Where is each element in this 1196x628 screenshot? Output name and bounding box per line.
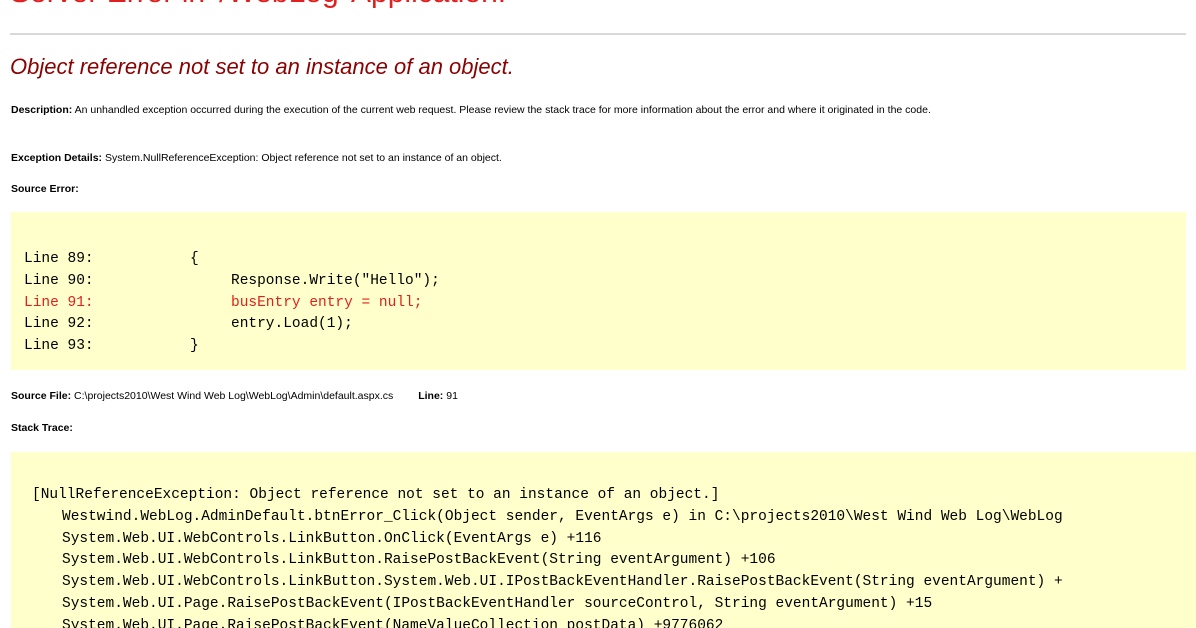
stack-trace-frame: System.Web.UI.WebControls.LinkButton.Rai… <box>62 552 776 569</box>
source-line-code: busEntry entry = null; <box>231 294 423 311</box>
stack-trace-lines: [NullReferenceException: Object referenc… <box>32 485 1063 628</box>
source-line-number: Line 93: <box>24 338 94 355</box>
source-line: Line 89: { <box>24 249 440 271</box>
source-file-section: Source File: C:\projects2010\West Wind W… <box>11 389 458 403</box>
source-line-code: { <box>190 251 199 267</box>
exception-details-section: Exception Details: System.NullReferenceE… <box>11 151 1181 165</box>
source-line-code: } <box>190 338 199 355</box>
exception-details-label: Exception Details: <box>11 152 103 164</box>
exception-details-text: System.NullReferenceException: Object re… <box>104 152 502 164</box>
source-code-lines: Line 89: { Line 90: Response.Write("Hello")… <box>24 249 440 358</box>
source-line-number: Line 89: <box>24 251 94 267</box>
stack-trace-label: Stack Trace: <box>11 422 73 434</box>
source-code-box: Line 89: { Line 90: Response.Write("Hello")… <box>11 212 1186 370</box>
stack-trace-box: [NullReferenceException: Object referenc… <box>11 452 1196 628</box>
stack-trace-frame: System.Web.UI.Page.RaisePostBackEvent(IP… <box>62 595 933 612</box>
source-line: Line 90: Response.Write("Hello"); <box>24 271 440 293</box>
stack-trace-header: [NullReferenceException: Object referenc… <box>32 487 720 503</box>
stack-trace-frame: System.Web.UI.Page.RaisePostBackEvent(Na… <box>62 617 724 628</box>
title-divider <box>10 33 1186 35</box>
source-error-section: Source Error: <box>11 182 79 196</box>
stack-trace-frame: System.Web.UI.WebControls.LinkButton.Sys… <box>62 574 1063 591</box>
source-line-label: Line: <box>418 390 444 402</box>
source-file-label: Source File: <box>11 390 72 402</box>
stack-trace-frame: Westwind.WebLog.AdminDefault.btnError_Cl… <box>62 508 1063 525</box>
source-line: Line 91: busEntry entry = null; <box>24 293 440 315</box>
page-title: Server Error in '/WebLog' Application. <box>10 0 506 10</box>
source-line-number: Line 91: <box>24 294 94 311</box>
source-line-number: Line 92: <box>24 316 94 333</box>
stack-trace-frame: System.Web.UI.WebControls.LinkButton.OnC… <box>62 530 602 547</box>
error-message: Object reference not set to an instance … <box>10 54 514 79</box>
description-section: Description: An unhandled exception occu… <box>11 103 1181 117</box>
description-text: An unhandled exception occurred during t… <box>74 104 931 116</box>
source-file-path: C:\projects2010\West Wind Web Log\WebLog… <box>74 390 394 402</box>
source-line-code: entry.Load(1); <box>231 316 353 333</box>
error-page: Server Error in '/WebLog' Application. O… <box>0 0 1196 628</box>
source-line-code: Response.Write("Hello"); <box>231 272 440 289</box>
source-line: Line 92: entry.Load(1); <box>24 314 440 336</box>
source-error-label: Source Error: <box>11 183 79 195</box>
description-label: Description: <box>11 104 73 116</box>
stack-trace-section: Stack Trace: <box>11 421 73 435</box>
source-line-value: 91 <box>446 390 458 402</box>
source-line-number: Line 90: <box>24 272 94 289</box>
source-line: Line 93:} <box>24 336 440 358</box>
